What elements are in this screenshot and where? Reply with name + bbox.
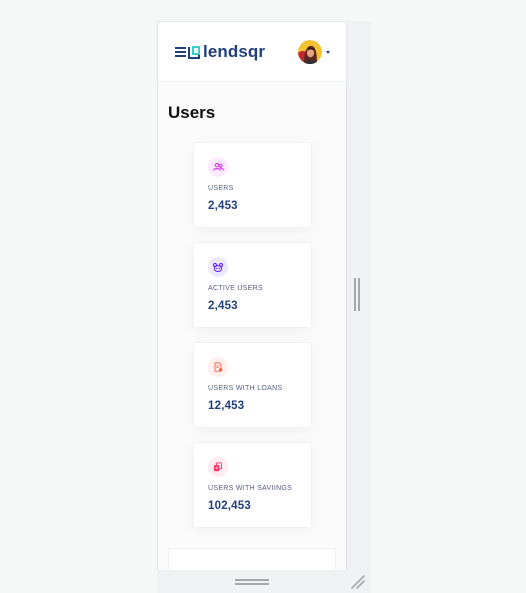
stat-card-active-users: ACTIVE USERS 2,453 — [193, 242, 312, 328]
users-icon — [208, 157, 228, 177]
top-navbar: lendsqr — [158, 22, 346, 82]
stat-value: 2,453 — [208, 300, 238, 312]
vertical-resize-handle[interactable] — [354, 278, 360, 314]
caret-down-icon[interactable] — [326, 50, 330, 54]
stat-value: 102,453 — [208, 500, 251, 512]
loans-icon — [208, 357, 228, 377]
stat-label: USERS WITH LOANS — [208, 385, 283, 392]
device-frame: lendsqr Users USERS 2,453 ACTIVE USERS 2… — [157, 21, 371, 593]
stat-card-users: USERS 2,453 — [193, 142, 312, 228]
brand-logo[interactable]: lendsqr — [188, 42, 265, 62]
stat-card-users-with-savings: USERS WITH SAVIINGS 102,453 — [193, 442, 312, 528]
stat-value: 2,453 — [208, 200, 238, 212]
user-avatar[interactable] — [298, 40, 322, 64]
savings-icon — [208, 457, 228, 477]
hamburger-menu-icon[interactable] — [175, 47, 186, 57]
lendsqr-logo-icon — [188, 45, 200, 59]
stat-card-users-with-loans: USERS WITH LOANS 12,453 — [193, 342, 312, 428]
horizontal-resize-handle[interactable] — [235, 579, 269, 587]
content-card — [168, 548, 336, 570]
stat-label: USERS WITH SAVIINGS — [208, 485, 293, 492]
page-title: Users — [168, 103, 216, 122]
stat-value: 12,453 — [208, 400, 245, 412]
corner-resize-grip-icon[interactable] — [350, 574, 366, 590]
brand-name: lendsqr — [203, 42, 266, 61]
mobile-viewport: lendsqr Users USERS 2,453 ACTIVE USERS 2… — [157, 21, 347, 570]
user-avatar-dropdown[interactable] — [298, 40, 330, 64]
stat-label: USERS — [208, 185, 234, 192]
stat-label: ACTIVE USERS — [208, 285, 263, 292]
active-users-icon — [208, 257, 228, 277]
